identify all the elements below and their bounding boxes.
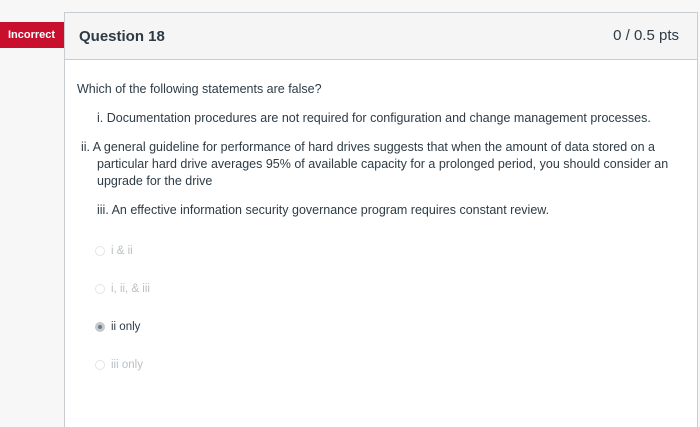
answer-label: iii only (111, 359, 143, 371)
question-title: Question 18 (79, 28, 165, 45)
question-points: 0 / 0.5 pts (613, 27, 679, 44)
question-body: Which of the following statements are fa… (65, 60, 697, 375)
answer-option-1[interactable]: i & ii (95, 241, 697, 261)
radio-button-icon[interactable] (95, 246, 105, 256)
question-stem: Which of the following statements are fa… (77, 82, 322, 96)
question-header: Question 18 0 / 0.5 pts (65, 13, 697, 60)
answer-list: i & ii i, ii, & iii ii only iii only (75, 241, 697, 375)
question-card: Question 18 0 / 0.5 pts Which of the fol… (64, 12, 698, 427)
answer-option-3[interactable]: ii only (95, 317, 697, 337)
radio-button-icon[interactable] (95, 360, 105, 370)
radio-button-icon[interactable] (95, 284, 105, 294)
radio-button-selected-icon[interactable] (95, 322, 105, 332)
answer-label: ii only (111, 321, 141, 333)
quiz-page: Incorrect Question 18 0 / 0.5 pts Which … (0, 0, 700, 427)
answer-label: i, ii, & iii (111, 283, 150, 295)
statement-ii: ii. A general guideline for performance … (81, 140, 669, 188)
answer-option-2[interactable]: i, ii, & iii (95, 279, 697, 299)
answer-label: i & ii (111, 245, 133, 257)
statement-i: i. Documentation procedures are not requ… (97, 111, 651, 125)
statement-iii: iii. An effective information security g… (97, 203, 550, 217)
answer-option-4[interactable]: iii only (95, 355, 697, 375)
